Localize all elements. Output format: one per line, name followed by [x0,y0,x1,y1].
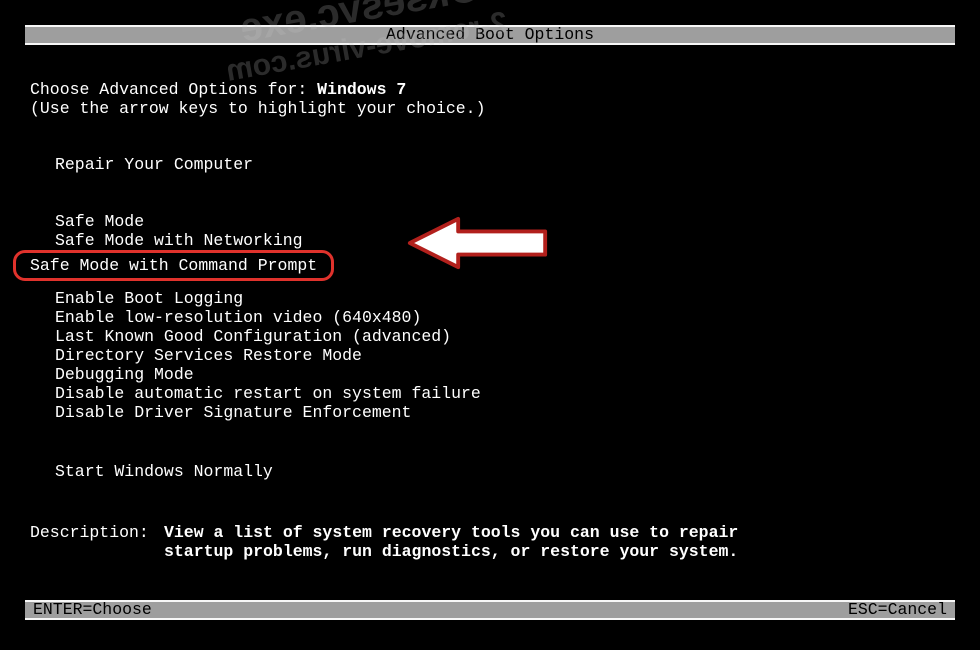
footer-enter: ENTER=Choose [33,600,152,620]
menu-dsrm[interactable]: Directory Services Restore Mode [30,346,950,365]
footer-bar: ENTER=Choose ESC=Cancel [25,600,955,620]
description-text1: View a list of system recovery tools you… [164,523,738,542]
group-advanced: Enable Boot Logging Enable low-resolutio… [30,289,950,422]
boot-screen: Advanced Boot Options Oksesvc.exe 2-remo… [25,25,955,620]
menu-start-normally[interactable]: Start Windows Normally [30,462,950,481]
footer-bottom-border [25,618,955,620]
title-bar: Advanced Boot Options [25,25,955,45]
title-bottom-border [25,43,955,45]
os-name: Windows 7 [317,80,406,99]
footer-esc: ESC=Cancel [848,600,947,620]
menu-enable-low-res[interactable]: Enable low-resolution video (640x480) [30,308,950,327]
menu-last-known-good[interactable]: Last Known Good Configuration (advanced) [30,327,950,346]
group-repair: Repair Your Computer [30,155,950,174]
title-top-border [25,25,955,27]
menu-disable-driver-sig[interactable]: Disable Driver Signature Enforcement [30,403,950,422]
description-label: Description: [30,523,164,542]
pointer-arrow-icon [405,213,550,273]
menu-disable-auto-restart[interactable]: Disable automatic restart on system fail… [30,384,950,403]
description-block: Description:View a list of system recove… [30,523,950,561]
group-normal: Start Windows Normally [30,462,950,481]
menu-repair-your-computer[interactable]: Repair Your Computer [30,155,950,174]
description-row1: Description:View a list of system recove… [30,523,950,542]
description-text2: startup problems, run diagnostics, or re… [164,542,738,561]
menu-debugging-mode[interactable]: Debugging Mode [30,365,950,384]
menu-enable-boot-logging[interactable]: Enable Boot Logging [30,289,950,308]
title-text: Advanced Boot Options [386,25,594,44]
footer-top-border [25,600,955,602]
highlight-ring: Safe Mode with Command Prompt [13,250,334,281]
description-row2: startup problems, run diagnostics, or re… [30,542,950,561]
intro-line1: Choose Advanced Options for: Windows 7 [30,80,950,99]
intro-block: Choose Advanced Options for: Windows 7 (… [30,80,950,118]
intro-line2: (Use the arrow keys to highlight your ch… [30,99,950,118]
